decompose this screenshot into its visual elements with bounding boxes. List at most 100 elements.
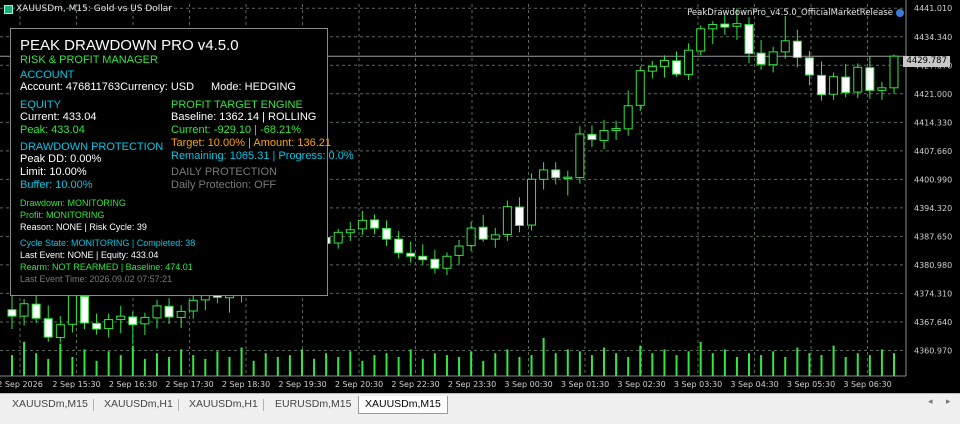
candle-bull [611, 127, 621, 132]
candle-bull [176, 310, 186, 318]
tab-xauusdm-h1-2[interactable]: XAUUSDm,H1 [183, 396, 264, 413]
candle-bull [104, 319, 114, 330]
time-label: 2 Sep 22:30 [391, 380, 439, 389]
time-label: 2 Sep 16:30 [109, 380, 157, 389]
candle-bull [635, 70, 645, 106]
time-label: 3 Sep 05:30 [787, 380, 835, 389]
candle-bear [804, 57, 814, 76]
candle-bear [92, 322, 102, 330]
time-label: 3 Sep 01:30 [561, 380, 609, 389]
candle-bear [31, 303, 41, 319]
time-label: 2 Sep 18:30 [222, 380, 270, 389]
tab-xauusdm-m15-1[interactable]: XAUUSDm,M15 [6, 396, 94, 413]
candle-bull [708, 24, 718, 30]
candle-bull [684, 49, 694, 76]
candle-bear [551, 169, 561, 179]
last-event: Last Event: NONE | Equity: 433.04 [20, 250, 159, 260]
status-reason: Reason: NONE | Risk Cycle: 39 [20, 222, 147, 232]
price-label: 4394.320 [914, 204, 952, 213]
candle-bear [128, 316, 138, 326]
status-profit: Profit: MONITORING [20, 210, 105, 220]
candle-bull [539, 169, 549, 180]
price-label: 4400.990 [914, 175, 952, 184]
candle-bull [333, 231, 343, 244]
candle-bull [732, 23, 742, 27]
candle-bull [647, 65, 657, 72]
candle-bull [599, 130, 609, 141]
time-label: 3 Sep 04:30 [730, 380, 778, 389]
account-header: ACCOUNT [20, 69, 75, 81]
time-label: 3 Sep 00:30 [504, 380, 552, 389]
candle-bull [152, 305, 162, 319]
candle-bear [744, 24, 754, 55]
candle-bear [514, 206, 524, 226]
price-label: 4421.000 [914, 90, 952, 99]
profit-remaining: Remaining: 1065.31 | Progress: 0.0% [171, 150, 354, 162]
candle-bear [406, 252, 416, 257]
daily-status: Daily Protection: OFF [171, 179, 277, 191]
ea-name-text: PeakDrawdownPro_v4.5.0_OfficialMarketRel… [687, 8, 893, 18]
candle-bear [43, 318, 53, 338]
time-label: 3 Sep 03:30 [674, 380, 722, 389]
equity-peak: Peak: 433.04 [20, 124, 85, 136]
candle-bull [345, 229, 355, 234]
tab-xauusdm-m15-active[interactable]: XAUUSDm,M15 [358, 396, 448, 414]
candle-bull [442, 255, 452, 269]
current-price-tag: 4429.787 [903, 56, 950, 67]
expert-icon [4, 4, 13, 14]
expert-advisor-label[interactable]: PeakDrawdownPro_v4.5.0_OfficialMarketRel… [687, 8, 904, 18]
price-label: 4441.010 [914, 4, 952, 13]
candle-bull [527, 178, 537, 226]
candle-bear [841, 76, 851, 94]
tab-separator [93, 399, 94, 411]
candle-bull [67, 295, 77, 325]
panel-subtitle: RISK & PROFIT MANAGER [20, 54, 158, 66]
candle-bull [853, 66, 863, 93]
drawdown-panel: PEAK DRAWDOWN PRO v4.5.0 RISK & PROFIT M… [10, 28, 354, 296]
drawdown-header: DRAWDOWN PROTECTION [20, 141, 164, 153]
candle-bear [382, 227, 392, 240]
candle-bull [140, 316, 150, 325]
time-label: 2 Sep 15:30 [52, 380, 100, 389]
candle-bear [369, 219, 379, 229]
account-line: Account: 476811763Currency: USD [20, 81, 195, 93]
price-label: 4374.310 [914, 289, 952, 298]
candle-bull [659, 59, 669, 67]
tab-xauusdm-h1-1[interactable]: XAUUSDm,H1 [98, 396, 179, 413]
tab-scroll-left-icon[interactable]: ◂ [928, 397, 933, 407]
chart-tab-bar: XAUUSDm,M15 XAUUSDm,H1 XAUUSDm,H1 EURUSD… [0, 393, 960, 424]
time-label: 2 Sep 19:30 [278, 380, 326, 389]
candle-bull [575, 133, 585, 179]
last-event-time: Last Event Time: 2026.09.02 07:57:21 [20, 274, 173, 284]
profit-target-header: PROFIT TARGET ENGINE [171, 99, 303, 111]
time-label: 2 Sep 17:30 [165, 380, 213, 389]
price-label: 4387.650 [914, 232, 952, 241]
candle-bear [756, 52, 766, 65]
dd-buffer: Buffer: 10.00% [20, 179, 93, 191]
status-drawdown: Drawdown: MONITORING [20, 198, 126, 208]
tab-eurusdm-m15[interactable]: EURUSDm,M15 [269, 396, 357, 413]
candle-bull [188, 299, 198, 312]
rearm-status: Rearm: NOT REARMED | Baseline: 474.01 [20, 262, 193, 272]
candle-bear [672, 60, 682, 75]
candle-bear [587, 133, 597, 141]
candle-bear [164, 305, 174, 318]
time-label: 2 Sep 20:30 [335, 380, 383, 389]
peak-dd: Peak DD: 0.00% [20, 153, 102, 165]
candle-bull [357, 219, 367, 230]
tab-scroll-right-icon[interactable]: ▸ [946, 397, 951, 407]
candle-bull [829, 76, 839, 95]
symbol-title: XAUUSDm, M15: Gold vs US Dollar [4, 4, 172, 14]
profit-baseline: Baseline: 1362.14 | ROLLING [171, 111, 317, 123]
profit-current: Current: -929.10 | -68.21% [171, 124, 302, 136]
time-label: 2 Sep 23:30 [448, 380, 496, 389]
candle-bear [79, 295, 89, 324]
chart-window[interactable]: 4441.0104434.3404427.6704421.0004414.330… [0, 0, 960, 393]
candle-bull [768, 51, 778, 66]
candle-bear [720, 23, 730, 28]
candle-bull [19, 303, 29, 317]
time-label: 2 Sep 2026 [0, 380, 43, 389]
candle-bull [454, 245, 464, 256]
candle-bull [696, 28, 706, 52]
tab-separator [263, 399, 264, 411]
